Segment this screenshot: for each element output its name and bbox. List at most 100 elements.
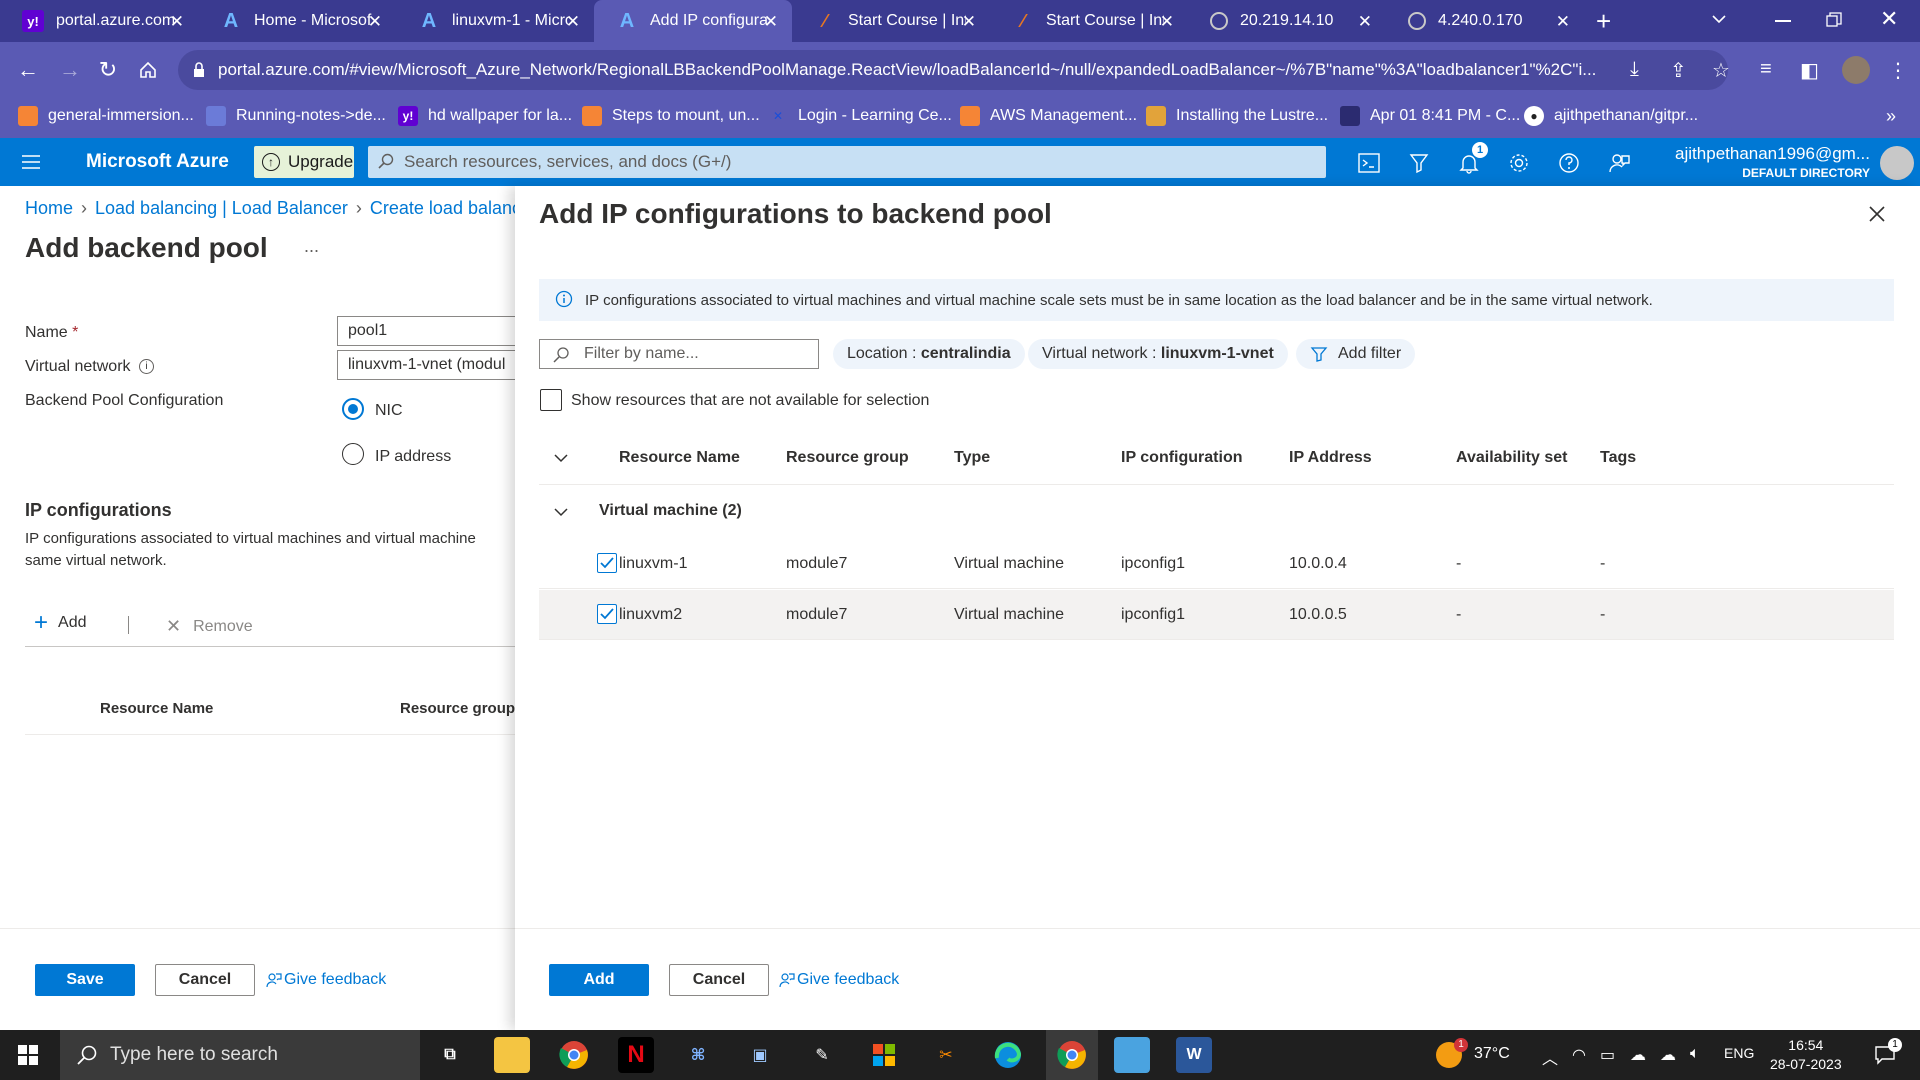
network-app-icon[interactable]: ⌘: [680, 1037, 716, 1073]
breadcrumb-create-load-balancer[interactable]: Create load balance: [370, 198, 531, 218]
browser-tab[interactable]: 4.240.0.170 ✕: [1386, 0, 1584, 42]
bookmark-item[interactable]: general-immersion...: [18, 106, 194, 126]
account-avatar[interactable]: [1880, 146, 1914, 180]
close-tab-icon[interactable]: ✕: [1160, 12, 1174, 32]
bookmark-star-icon[interactable]: ☆: [1712, 58, 1730, 83]
netflix-icon[interactable]: N: [618, 1037, 654, 1073]
share-icon[interactable]: ⇪: [1670, 58, 1687, 83]
nic-radio[interactable]: [342, 398, 364, 420]
upgrade-button[interactable]: ↑ Upgrade: [254, 146, 354, 178]
file-explorer-icon[interactable]: [494, 1037, 530, 1073]
browser-tab[interactable]: ⁄ Start Course | Inte ✕: [990, 0, 1188, 42]
give-feedback-link[interactable]: Give feedback: [266, 971, 386, 989]
microsoft-store-icon[interactable]: [866, 1037, 902, 1073]
cloud-shell-icon[interactable]: [1356, 150, 1382, 176]
windows-start-icon[interactable]: [18, 1045, 38, 1065]
feedback-icon[interactable]: [1606, 150, 1632, 176]
account-menu[interactable]: ajithpethanan1996@gm... DEFAULT DIRECTOR…: [1675, 144, 1870, 180]
reload-icon[interactable]: ↻: [94, 56, 122, 84]
add-filter-button[interactable]: Add filter: [1296, 339, 1416, 369]
bookmark-item[interactable]: Apr 01 8:41 PM - C...: [1340, 106, 1520, 126]
edge-icon[interactable]: [990, 1037, 1026, 1073]
name-input[interactable]: pool1: [337, 316, 515, 346]
forward-icon[interactable]: →: [56, 56, 84, 84]
cancel-button[interactable]: Cancel: [155, 964, 255, 996]
add-button[interactable]: Add: [549, 964, 649, 996]
language-indicator[interactable]: ENG: [1724, 1045, 1754, 1061]
bookmark-item[interactable]: Steps to mount, un...: [582, 106, 760, 126]
show-hidden-icons-icon[interactable]: ︿: [1542, 1045, 1558, 1069]
restore-window-icon[interactable]: [1826, 12, 1842, 28]
column-header[interactable]: Type: [954, 449, 990, 467]
settings-gear-icon[interactable]: [1506, 150, 1532, 176]
app-feather-icon[interactable]: ✎: [804, 1037, 840, 1073]
help-icon[interactable]: [1556, 150, 1582, 176]
column-header[interactable]: Availability set: [1456, 449, 1567, 467]
browser-tab[interactable]: ⁄ Start Course | Inte ✕: [792, 0, 990, 42]
close-tab-icon[interactable]: ✕: [962, 12, 976, 32]
save-button[interactable]: Save: [35, 964, 135, 996]
directory-filter-icon[interactable]: [1406, 150, 1432, 176]
minimize-window-icon[interactable]: [1775, 20, 1791, 22]
side-panel-icon[interactable]: ◧: [1800, 58, 1819, 83]
table-row[interactable]: linuxvm2 module7 Virtual machine ipconfig1 1…: [539, 590, 1894, 640]
table-row[interactable]: linuxvm-1 module7 Virtual machine ipconfig1…: [539, 539, 1894, 589]
vnet-filter-pill[interactable]: Virtual network : linuxvm-1-vnet: [1028, 339, 1288, 369]
tab-search-icon[interactable]: [1710, 10, 1728, 28]
wifi-icon[interactable]: ◠: [1572, 1045, 1586, 1065]
browser-tab[interactable]: A Add IP configurat ✕: [594, 0, 792, 42]
chrome-icon[interactable]: [556, 1037, 592, 1073]
virtual-network-select[interactable]: linuxvm-1-vnet (modul: [337, 350, 515, 380]
home-icon[interactable]: [134, 56, 162, 84]
clock[interactable]: 16:54 28-07-2023: [1770, 1036, 1842, 1074]
more-options-button[interactable]: ...: [304, 236, 319, 257]
close-panel-icon[interactable]: [1867, 204, 1887, 224]
profile-avatar[interactable]: [1842, 56, 1870, 84]
close-tab-icon[interactable]: ✕: [368, 12, 382, 32]
show-unavailable-checkbox[interactable]: [540, 389, 562, 411]
global-search-input[interactable]: Search resources, services, and docs (G+…: [368, 146, 1326, 178]
photos-icon[interactable]: [1114, 1037, 1150, 1073]
battery-icon[interactable]: ▭: [1600, 1045, 1615, 1065]
onedrive-icon[interactable]: ☁: [1630, 1045, 1646, 1065]
portal-menu-icon[interactable]: [22, 154, 40, 170]
bookmark-item[interactable]: ✕ Login - Learning Ce...: [768, 106, 952, 126]
filter-by-name-input[interactable]: Filter by name...: [539, 339, 819, 369]
word-icon[interactable]: W: [1176, 1037, 1212, 1073]
breadcrumb-home[interactable]: Home: [25, 198, 73, 218]
cloud-sync-icon[interactable]: ☁: [1660, 1045, 1676, 1065]
ip-address-radio[interactable]: [342, 443, 364, 465]
back-icon[interactable]: ←: [14, 56, 42, 84]
column-header[interactable]: IP configuration: [1121, 449, 1242, 467]
column-header[interactable]: IP Address: [1289, 449, 1372, 467]
column-header[interactable]: Resource group: [786, 449, 909, 467]
remove-ip-config-button[interactable]: ✕ Remove: [166, 616, 253, 637]
close-tab-icon[interactable]: ✕: [1358, 12, 1372, 32]
close-tab-icon[interactable]: ✕: [1556, 12, 1570, 32]
bookmarks-overflow-icon[interactable]: »: [1886, 106, 1896, 127]
row-checkbox[interactable]: [597, 604, 617, 624]
location-filter-pill[interactable]: Location : centralindia: [833, 339, 1025, 369]
column-header[interactable]: Tags: [1600, 449, 1636, 467]
close-tab-icon[interactable]: ✕: [764, 12, 778, 32]
browser-tab[interactable]: 20.219.14.10 ✕: [1188, 0, 1386, 42]
panel-give-feedback-link[interactable]: Give feedback: [779, 971, 899, 989]
taskbar-search-input[interactable]: Type here to search: [60, 1030, 420, 1080]
breadcrumb-load-balancing[interactable]: Load balancing | Load Balancer: [95, 198, 348, 218]
volume-icon[interactable]: 🔈︎: [1690, 1045, 1700, 1063]
info-icon[interactable]: i: [138, 359, 154, 375]
close-window-icon[interactable]: ✕: [1880, 6, 1898, 32]
bookmark-item[interactable]: Running-notes->de...: [206, 106, 386, 126]
bookmark-item[interactable]: AWS Management...: [960, 106, 1137, 126]
chrome-active-icon[interactable]: [1046, 1030, 1098, 1080]
snipping-tool-icon[interactable]: ✂: [928, 1037, 964, 1073]
azure-brand[interactable]: Microsoft Azure: [86, 151, 229, 173]
close-tab-icon[interactable]: ✕: [170, 12, 184, 32]
expand-all-chevron-icon[interactable]: [553, 450, 569, 466]
temperature-text[interactable]: 37°C: [1474, 1045, 1510, 1063]
bookmark-item[interactable]: ● ajithpethanan/gitpr...: [1524, 106, 1698, 126]
new-tab-button[interactable]: +: [1596, 6, 1611, 37]
add-ip-config-button[interactable]: + Add: [34, 611, 86, 635]
column-header[interactable]: Resource Name: [619, 449, 740, 467]
close-tab-icon[interactable]: ✕: [566, 12, 580, 32]
